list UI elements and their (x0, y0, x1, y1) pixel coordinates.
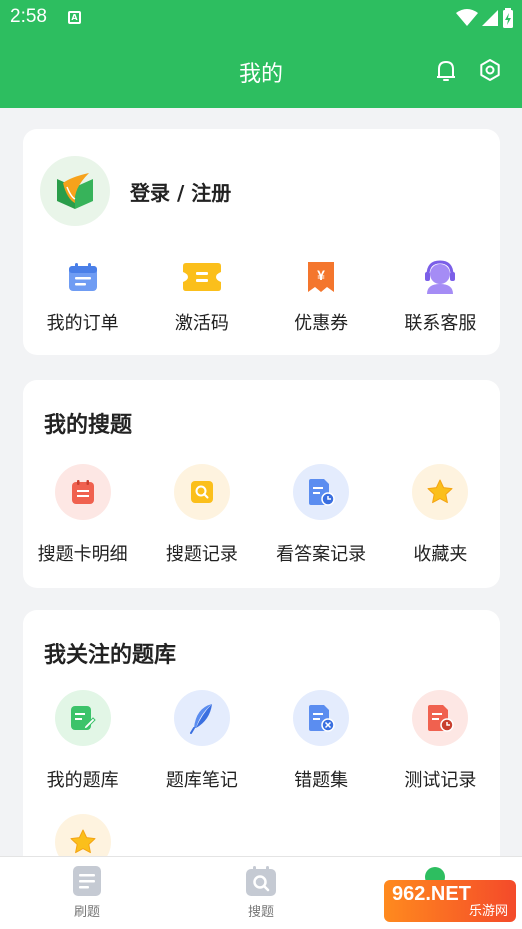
search-grid: 搜题卡明细 搜题记录 看答案记录 收藏夹 (23, 464, 500, 566)
status-bar: 2:58 A (0, 0, 522, 36)
my-search-title: 我的搜题 (44, 413, 133, 438)
search-record-label: 搜题记录 (165, 544, 238, 565)
support-icon (425, 260, 456, 294)
watermark-line2: 乐游网 (468, 903, 508, 919)
test-record-button[interactable]: 测试记录 (381, 690, 500, 792)
star-icon (427, 479, 453, 504)
search-card-detail-label: 搜题卡明细 (37, 544, 128, 565)
my-orders-label: 我的订单 (46, 313, 119, 334)
gear-icon[interactable] (478, 58, 502, 82)
bank-grid: 我的题库 题库笔记 错题集 测试记录 (23, 690, 500, 792)
document-icon (73, 866, 101, 896)
bell-icon[interactable] (434, 58, 458, 84)
my-search-card: 我的搜题 搜题卡明细 搜题记录 看答案记录 收藏夹 (23, 380, 500, 588)
activation-code-button[interactable]: 激活码 (142, 257, 261, 335)
login-register-link[interactable]: 登录 / 注册 (130, 177, 231, 206)
my-bank-icon (70, 706, 96, 730)
watermark-line1: 962.NET (392, 882, 471, 905)
tab-practice[interactable]: 刷题 (47, 865, 127, 920)
star-icon (70, 829, 96, 854)
status-time: 2:58 (10, 6, 47, 27)
avatar[interactable] (40, 156, 110, 226)
followed-bank-title: 我关注的题库 (44, 643, 177, 668)
system-icons (456, 8, 514, 28)
app-bar: 我的 (0, 36, 522, 108)
answer-record-label: 看答案记录 (276, 544, 367, 565)
signal-icon (482, 10, 498, 26)
test-record-label: 测试记录 (404, 770, 477, 791)
account-actions-grid: 我的订单 激活码 ¥ 优惠券 联系客服 (23, 257, 500, 335)
watermark-logo: 962.NET 乐游网 (384, 880, 516, 922)
my-orders-button[interactable]: 我的订单 (23, 257, 142, 335)
wrong-set-label: 错题集 (294, 770, 349, 791)
notification-a-icon: A (68, 11, 81, 24)
bank-notes-button[interactable]: 题库笔记 (142, 690, 261, 792)
favorites-button[interactable]: 收藏夹 (381, 464, 500, 566)
coupon-label: 优惠券 (294, 313, 349, 334)
activation-code-label: 激活码 (174, 313, 229, 334)
battery-icon (503, 8, 513, 28)
card-detail-icon (71, 480, 94, 504)
tab-practice-label: 刷题 (73, 905, 100, 920)
wrong-set-icon (309, 705, 335, 732)
search-record-icon (190, 481, 213, 503)
customer-service-label: 联系客服 (404, 313, 477, 334)
wifi-icon (456, 9, 478, 26)
profile-card: 登录 / 注册 我的订单 激活码 ¥ 优惠券 联系客服 (23, 129, 500, 355)
svg-text:¥: ¥ (317, 267, 325, 283)
favorites-label: 收藏夹 (413, 544, 468, 565)
tab-search-label: 搜题 (247, 905, 274, 920)
test-record-icon (428, 705, 455, 732)
customer-service-button[interactable]: 联系客服 (381, 257, 500, 335)
bank-notes-label: 题库笔记 (165, 770, 238, 791)
answer-record-icon (309, 479, 335, 506)
answer-record-button[interactable]: 看答案记录 (262, 464, 381, 566)
tab-search[interactable]: 搜题 (221, 865, 301, 920)
search-record-button[interactable]: 搜题记录 (142, 464, 261, 566)
coupon-button[interactable]: ¥ 优惠券 (262, 257, 381, 335)
search-card-detail-button[interactable]: 搜题卡明细 (23, 464, 142, 566)
coupon-icon: ¥ (308, 262, 335, 292)
my-bank-label: 我的题库 (46, 770, 119, 791)
feather-icon (189, 704, 212, 734)
wrong-set-button[interactable]: 错题集 (262, 690, 381, 792)
search-icon (246, 866, 276, 896)
ticket-icon (182, 263, 221, 291)
my-bank-button[interactable]: 我的题库 (23, 690, 142, 792)
app-logo-icon (57, 173, 93, 209)
order-icon (68, 263, 97, 291)
